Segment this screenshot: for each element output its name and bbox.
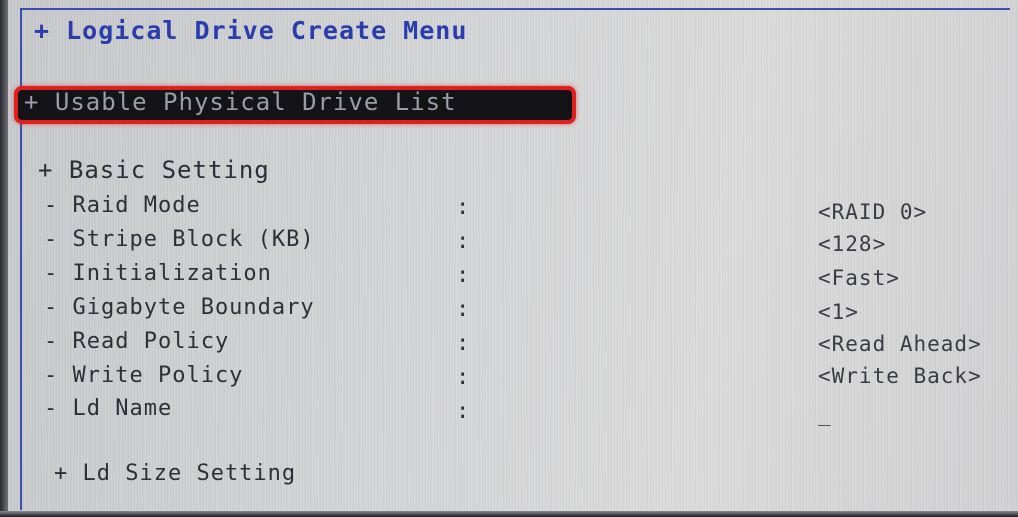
- basic-setting-heading[interactable]: + Basic Setting: [38, 156, 270, 184]
- raid-mode-value[interactable]: <RAID 0>: [818, 198, 927, 226]
- usable-drive-list-item[interactable]: + Usable Physical Drive List: [24, 88, 457, 116]
- read-policy-colon: :: [456, 331, 471, 356]
- screen-bezel-bottom: [0, 511, 1018, 517]
- stripe-block-colon: :: [456, 229, 471, 254]
- initialization-label: - Initialization: [44, 261, 272, 286]
- write-policy-label: - Write Policy: [44, 363, 244, 388]
- screen-bezel-left: [0, 0, 8, 517]
- frame-left-border: [20, 10, 22, 510]
- frame-top-border: [20, 8, 1010, 10]
- stripe-block-value[interactable]: <128>: [818, 230, 886, 258]
- ld-name-value[interactable]: _: [818, 400, 832, 428]
- gigabyte-boundary-value[interactable]: <1>: [818, 298, 859, 326]
- gigabyte-boundary-colon: :: [456, 297, 471, 322]
- write-policy-value[interactable]: <Write Back>: [818, 362, 982, 390]
- raid-mode-label: - Raid Mode: [44, 193, 201, 218]
- read-policy-label: - Read Policy: [44, 329, 230, 354]
- initialization-colon: :: [456, 263, 471, 288]
- raid-mode-colon: :: [456, 195, 471, 220]
- ld-size-setting-item[interactable]: + Ld Size Setting: [54, 460, 296, 488]
- menu-title: + Logical Drive Create Menu: [34, 16, 468, 45]
- ld-name-label: - Ld Name: [44, 396, 173, 421]
- gigabyte-boundary-label: - Gigabyte Boundary: [44, 295, 315, 320]
- bios-screen: + Logical Drive Create Menu + Usable Phy…: [0, 0, 1018, 517]
- ld-name-colon: :: [456, 399, 471, 424]
- initialization-value[interactable]: <Fast>: [818, 264, 900, 292]
- read-policy-value[interactable]: <Read Ahead>: [818, 330, 982, 358]
- write-policy-colon: :: [456, 365, 471, 390]
- stripe-block-label: - Stripe Block (KB): [44, 227, 315, 252]
